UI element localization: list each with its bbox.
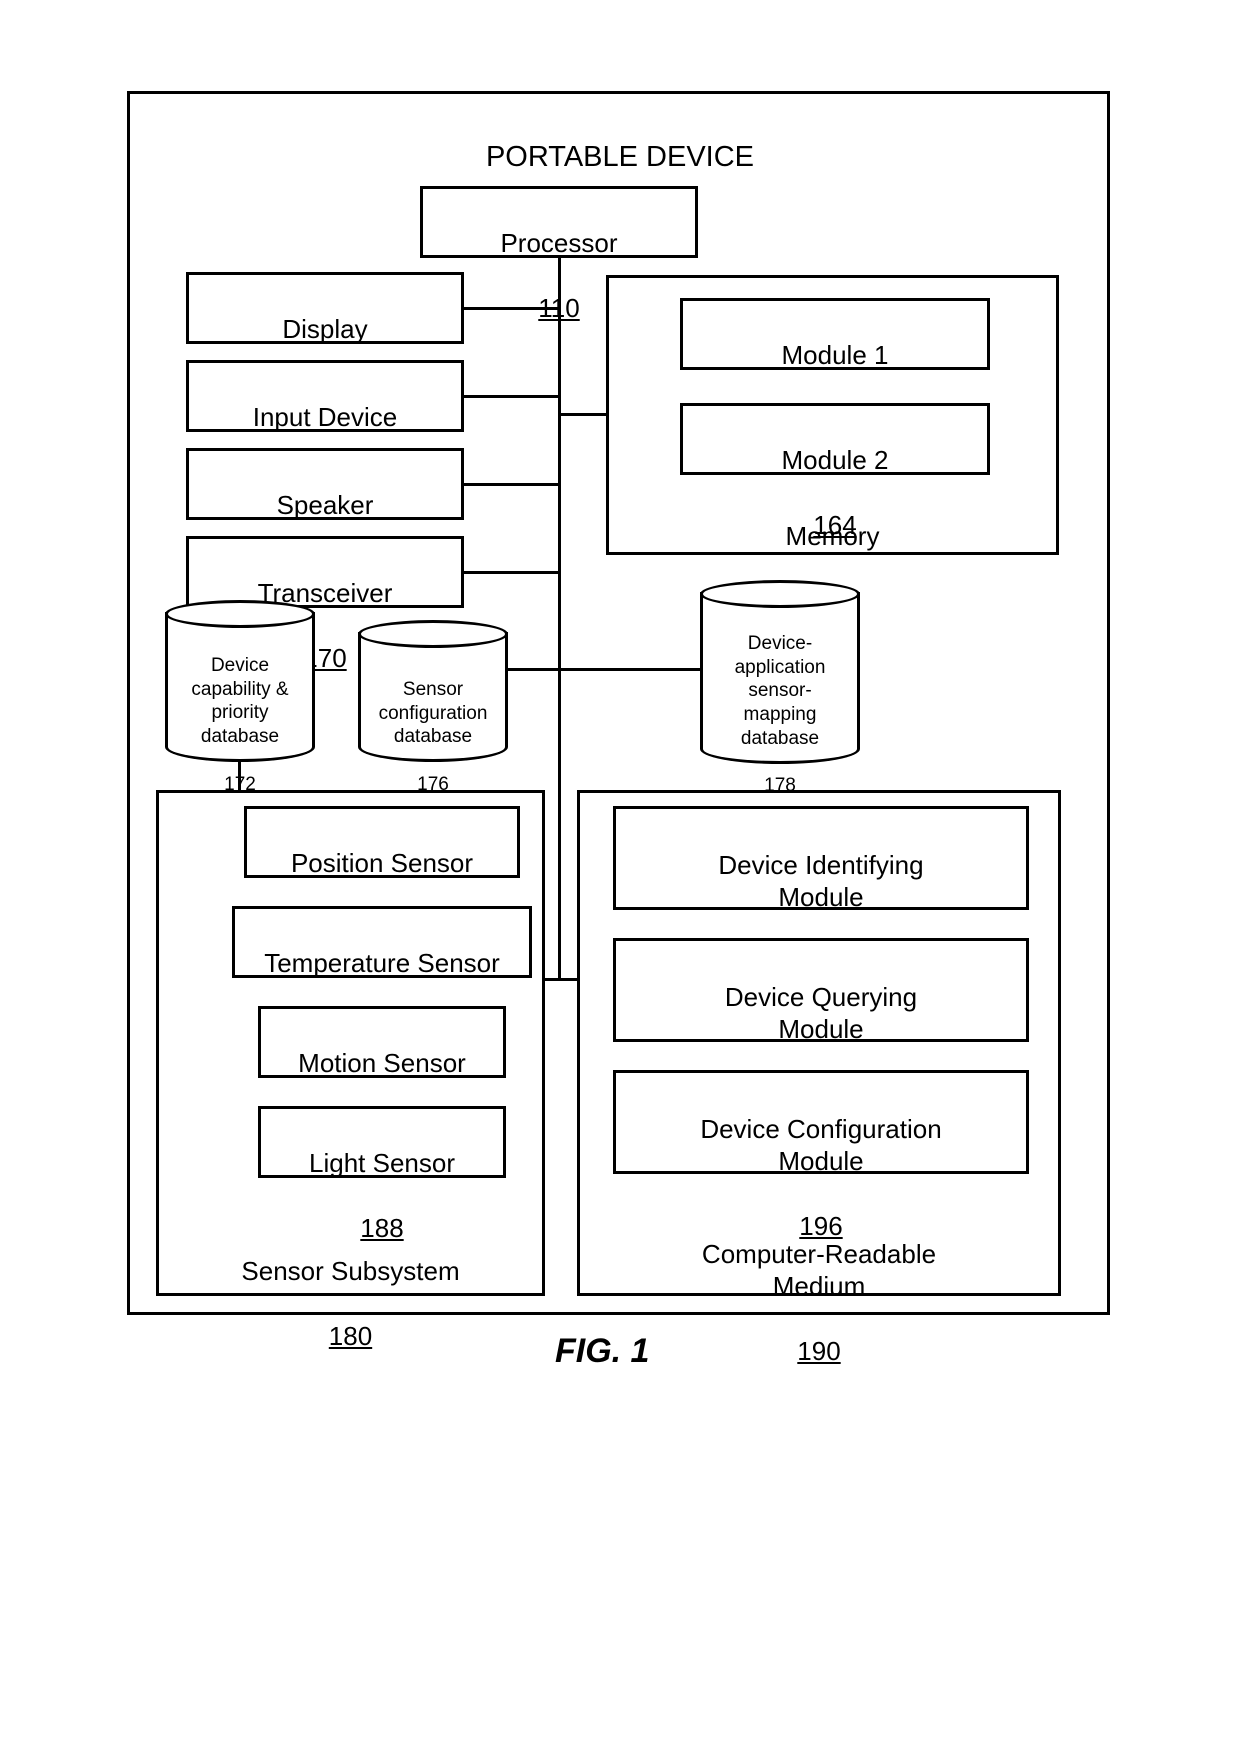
db-cap-to-sensor-vert (238, 762, 241, 792)
db-cfg-title: Sensor configuration database (379, 679, 488, 748)
dev-cfg-ref: 196 (799, 1211, 842, 1241)
display-connector (464, 307, 559, 310)
module2-label: Module 2 164 (680, 411, 990, 541)
module1-title: Module 1 (782, 340, 889, 370)
db-map-top (700, 580, 860, 608)
db-cfg-label: Sensor configuration database 176 (358, 654, 508, 797)
dev-cfg-title: Device Configuration Module (700, 1114, 941, 1177)
temp-sensor-title: Temperature Sensor (264, 948, 500, 978)
input-device-connector (464, 395, 559, 398)
light-sensor-ref: 188 (360, 1213, 403, 1243)
db-cap-top (165, 600, 315, 628)
memory-connector (559, 413, 607, 416)
db-map-connector (559, 668, 701, 671)
speaker-connector (464, 483, 559, 486)
db-cfg-connector (508, 668, 560, 671)
light-sensor-title: Light Sensor (309, 1148, 455, 1178)
dev-id-title: Device Identifying Module (718, 850, 923, 913)
transceiver-connector (464, 571, 559, 574)
crm-ref: 190 (797, 1336, 840, 1366)
module2-title: Module 2 (782, 445, 889, 475)
db-map-label: Device- application sensor- mapping data… (700, 608, 860, 798)
bus-vertical (558, 255, 561, 980)
sensor-subsystem-ref: 180 (329, 1321, 372, 1351)
speaker-title: Speaker (277, 490, 374, 520)
pos-sensor-title: Position Sensor (291, 848, 473, 878)
display-title: Display (282, 314, 367, 344)
figure-caption-text: FIG. 1 (555, 1332, 649, 1370)
input-device-title: Input Device (253, 402, 398, 432)
diagram-page: PORTABLE DEVICE 100 Processor 110 Displa… (0, 0, 1240, 1758)
light-sensor-label: Light Sensor 188 (258, 1114, 506, 1244)
module2-ref: 164 (813, 510, 856, 540)
motion-sensor-title: Motion Sensor (298, 1048, 466, 1078)
db-cap-title: Device capability & priority database (191, 655, 288, 747)
db-map-title: Device- application sensor- mapping data… (735, 633, 826, 749)
figure-caption: FIG. 1 (555, 1332, 649, 1371)
sensor-subsystem-title: Sensor Subsystem (241, 1256, 459, 1286)
dev-query-title: Device Querying Module (725, 982, 917, 1045)
sensor-subsystem-connector (545, 978, 560, 981)
db-cfg-top (358, 620, 508, 648)
dev-cfg-label: Device Configuration Module 196 (613, 1080, 1029, 1243)
crm-title: Computer-Readable Medium (702, 1239, 936, 1302)
portable-device-title: PORTABLE DEVICE (486, 141, 754, 173)
processor-title: Processor (500, 228, 617, 258)
crm-connector (559, 978, 579, 981)
